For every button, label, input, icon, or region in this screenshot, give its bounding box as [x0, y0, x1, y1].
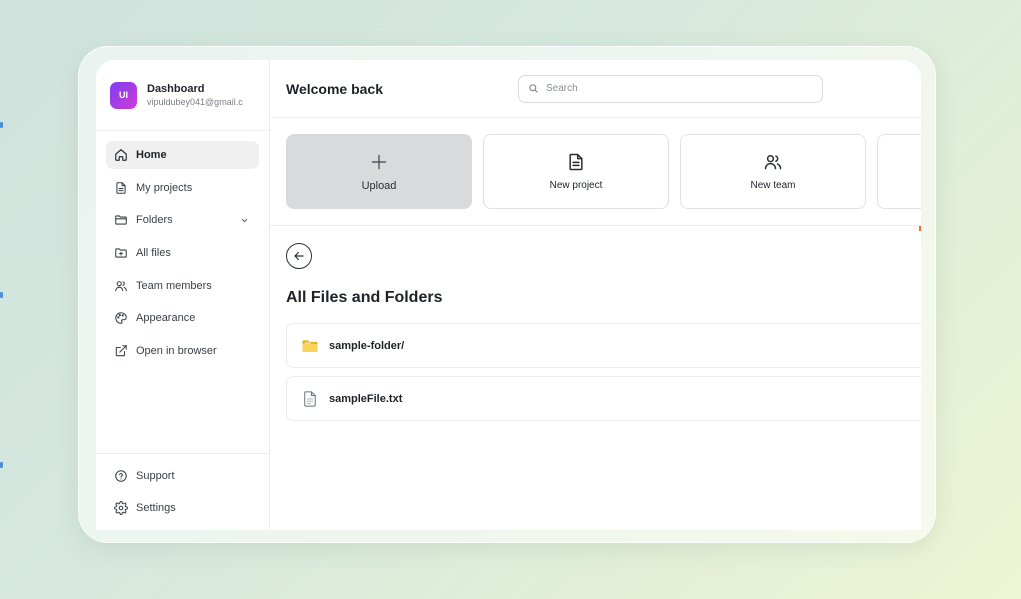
new-project-button[interactable]: New project [483, 134, 669, 209]
document-icon [569, 153, 583, 171]
sidebar-item-label: All files [136, 247, 171, 260]
palette-icon [115, 312, 127, 325]
upload-label: Upload [361, 179, 397, 192]
page-title: Welcome back [286, 80, 384, 97]
sidebar-item-label: Settings [136, 502, 176, 514]
gear-icon [114, 501, 128, 515]
search-box[interactable] [518, 74, 823, 103]
brand-header[interactable]: UI Dashboard vipuldubey041@gmail.c [96, 60, 269, 131]
sidebar-item-label: Folders [136, 214, 173, 227]
quick-actions: Upload New project New team [270, 118, 921, 226]
search-icon [529, 84, 538, 93]
users-icon [764, 155, 782, 170]
user-email: vipuldubey041@gmail.c [147, 96, 243, 107]
sidebar-item-label: Open in browser [136, 345, 217, 358]
sidebar-item-folders[interactable]: Folders [106, 206, 259, 234]
new-team-button[interactable]: New team [680, 134, 866, 209]
file-name: sampleFile.txt [329, 392, 403, 405]
back-button[interactable] [286, 243, 312, 269]
edge-marker [0, 462, 3, 468]
sidebar-item-label: My projects [136, 181, 193, 194]
external-link-icon [115, 345, 127, 357]
brand-logo: UI [110, 81, 137, 109]
sidebar-item-settings[interactable]: Settings [106, 494, 259, 522]
action-card-partial[interactable] [877, 134, 921, 209]
chevron-down-icon[interactable] [240, 216, 249, 225]
sidebar-item-appearance[interactable]: Appearance [106, 304, 259, 332]
top-bar: Welcome back [270, 60, 921, 118]
file-name: sample-folder/ [329, 339, 405, 352]
edge-marker [0, 292, 3, 298]
sidebar-item-support[interactable]: Support [106, 462, 259, 490]
plus-icon [371, 154, 387, 169]
sidebar-nav: Home My projects Folders All files Team … [96, 131, 269, 370]
app-window: UI Dashboard vipuldubey041@gmail.c Home … [96, 60, 921, 530]
sidebar-item-all-files[interactable]: All files [106, 239, 259, 267]
file-icon [304, 390, 316, 407]
brand-title: Dashboard [147, 82, 205, 95]
sidebar-footer: Support Settings [96, 453, 269, 530]
edge-marker [0, 122, 3, 128]
sidebar-item-team-members[interactable]: Team members [106, 272, 259, 300]
sidebar-item-label: Appearance [136, 312, 196, 325]
sidebar-item-open-in-browser[interactable]: Open in browser [106, 337, 259, 365]
new-project-label: New project [549, 180, 603, 191]
sidebar-item-home[interactable]: Home [106, 141, 259, 169]
sidebar-item-my-projects[interactable]: My projects [106, 174, 259, 202]
section-title: All Files and Folders [286, 289, 443, 306]
search-input[interactable] [546, 83, 806, 94]
sidebar-item-label: Home [136, 149, 167, 161]
device-frame: UI Dashboard vipuldubey041@gmail.c Home … [78, 46, 936, 543]
help-circle-icon [115, 470, 127, 482]
folder-plus-icon [115, 248, 127, 258]
list-item[interactable]: sampleFile.txt [286, 376, 921, 421]
accent-marker [919, 226, 921, 231]
document-icon [116, 181, 126, 194]
main-content: Welcome back Upload New project New t [270, 60, 921, 530]
users-icon [115, 280, 127, 291]
folder-icon [302, 339, 318, 352]
brand-text: Dashboard vipuldubey041@gmail.c [147, 83, 259, 108]
arrow-left-icon [294, 251, 304, 261]
sidebar-item-label: Support [136, 470, 175, 482]
sidebar-item-label: Team members [136, 279, 212, 292]
files-section: All Files and Folders sample-folder/ sam… [270, 226, 921, 421]
list-item[interactable]: sample-folder/ [286, 323, 921, 368]
folder-icon [115, 215, 127, 225]
new-team-label: New team [750, 180, 796, 191]
home-icon [115, 149, 127, 161]
sidebar: UI Dashboard vipuldubey041@gmail.c Home … [96, 60, 270, 530]
upload-button[interactable]: Upload [286, 134, 472, 209]
